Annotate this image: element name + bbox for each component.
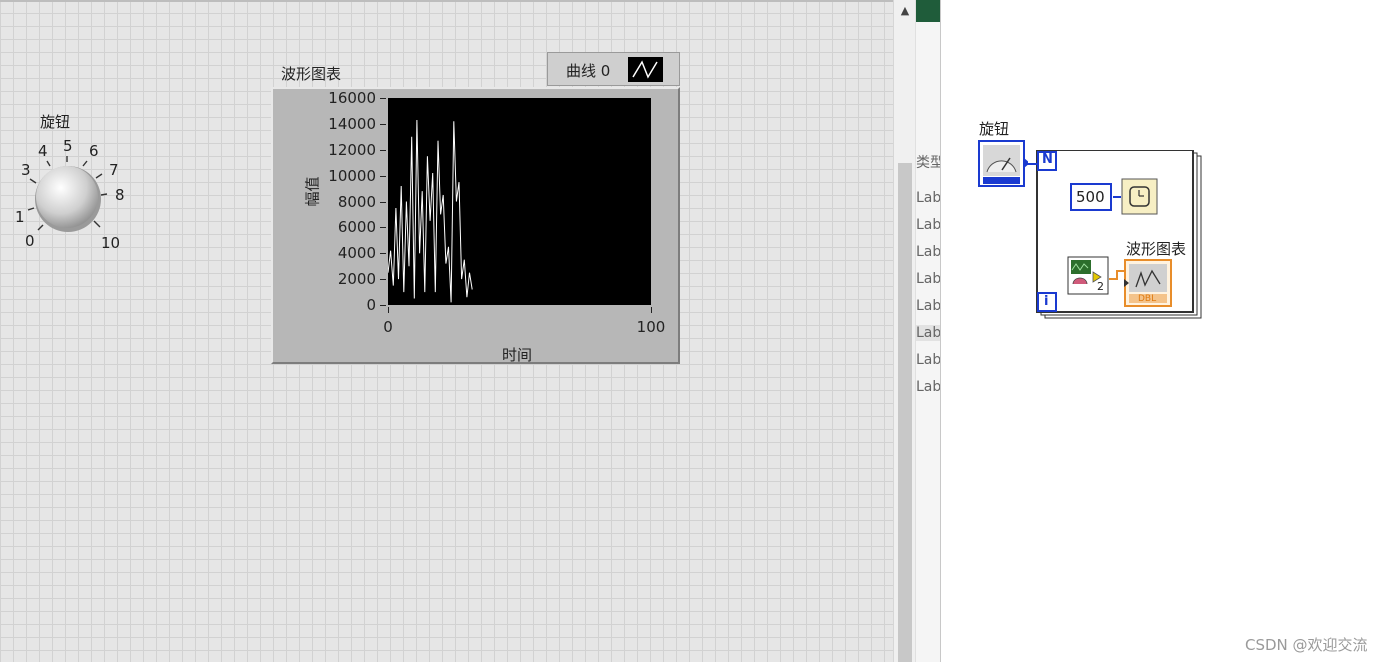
wait-clock-icon[interactable] — [1121, 178, 1159, 216]
y-tick-label: 16000 — [328, 89, 376, 107]
index-constant: 2 — [1097, 280, 1104, 293]
y-tick-label: 0 — [366, 296, 376, 314]
panel-top-border — [0, 0, 893, 2]
wait-constant-value: 500 — [1076, 188, 1105, 206]
side-panel-item[interactable]: Lab — [916, 190, 941, 206]
plot-legend[interactable]: 曲线 0 — [547, 52, 680, 86]
trace-line — [388, 119, 473, 303]
side-panel-item[interactable]: Lab — [916, 217, 941, 233]
y-tick-mark — [380, 98, 386, 99]
y-tick-mark — [380, 201, 386, 203]
green-strip — [916, 0, 941, 22]
knob-scale-0: 0 — [25, 232, 35, 250]
loop-count-terminal[interactable]: N — [1042, 152, 1053, 167]
x-tick-label: 0 — [383, 318, 393, 336]
knob-scale-1: 1 — [15, 208, 25, 226]
y-tick-label: 14000 — [328, 114, 376, 133]
y-tick-label: 2000 — [337, 270, 376, 289]
side-panel-item[interactable]: Lab — [916, 244, 941, 260]
knob-label: 旋钮 — [40, 113, 71, 131]
y-tick-mark — [380, 175, 386, 177]
x-tick-mark — [651, 307, 652, 313]
vertical-scrollbar[interactable]: ▲ — [893, 0, 916, 662]
for-loop-structure[interactable] — [1026, 150, 1206, 322]
y-tick-mark — [380, 149, 386, 151]
side-panel-item[interactable]: Lab — [916, 379, 941, 395]
chart-terminal-label: 波形图表 — [1126, 240, 1187, 258]
side-panel: 类型 Lab Lab Lab Lab Lab Lab Lab Lab — [915, 0, 941, 662]
y-tick-mark — [380, 227, 386, 229]
knob-scale-5: 5 — [63, 137, 73, 155]
x-axis-label: 时间 — [502, 346, 533, 364]
knob-scale-4: 4 — [38, 142, 48, 160]
y-tick-label: 6000 — [337, 218, 376, 237]
wait-wire — [1113, 196, 1121, 198]
y-axis-label: 幅值 — [303, 176, 322, 207]
chart-label: 波形图表 — [281, 65, 342, 83]
side-panel-heading: 类型 — [916, 155, 941, 171]
front-panel: 旋钮 0 1 3 4 5 6 7 8 10 波形图表 曲线 0 16000 14… — [0, 0, 893, 662]
scroll-thumb[interactable] — [898, 163, 912, 662]
knob-scale-7: 7 — [109, 161, 119, 179]
y-tick-mark — [380, 305, 386, 306]
y-tick-mark — [380, 123, 386, 125]
watermark: CSDN @欢迎交流 — [1245, 636, 1368, 654]
knob-scale-8: 8 — [115, 186, 125, 204]
data-wire — [1109, 270, 1125, 280]
plot-area[interactable] — [388, 98, 651, 305]
knob-dial[interactable] — [36, 166, 98, 228]
y-tick-label: 12000 — [328, 140, 376, 159]
knob-terminal-label: 旋钮 — [979, 120, 1010, 138]
x-tick-mark — [388, 307, 389, 313]
knob-scale-6: 6 — [89, 142, 99, 160]
side-panel-item[interactable]: Lab — [916, 271, 941, 287]
knob-scale-10: 10 — [101, 234, 121, 252]
knob-scale-3: 3 — [21, 161, 31, 179]
x-tick-label: 100 — [636, 318, 666, 336]
side-panel-item[interactable]: Lab — [916, 298, 941, 314]
y-tick-mark — [380, 279, 386, 281]
wait-constant[interactable]: 500 — [1070, 183, 1112, 211]
side-panel-item[interactable]: Lab — [916, 352, 941, 368]
legend-line-sample-icon[interactable] — [628, 57, 663, 82]
y-tick-mark — [380, 253, 386, 255]
legend-plot-name: 曲线 0 — [566, 62, 611, 80]
y-tick-label: 4000 — [337, 244, 376, 263]
scroll-up-icon[interactable]: ▲ — [894, 4, 916, 17]
block-diagram: 旋钮 N i 500 波形图表 2 DBL — [940, 0, 1397, 662]
dbl-type-label: DBL — [1138, 294, 1157, 304]
loop-iteration-terminal[interactable]: i — [1044, 294, 1048, 309]
knob-terminal-icon[interactable] — [978, 140, 1028, 190]
side-panel-item-selected[interactable]: Lab — [916, 325, 941, 341]
